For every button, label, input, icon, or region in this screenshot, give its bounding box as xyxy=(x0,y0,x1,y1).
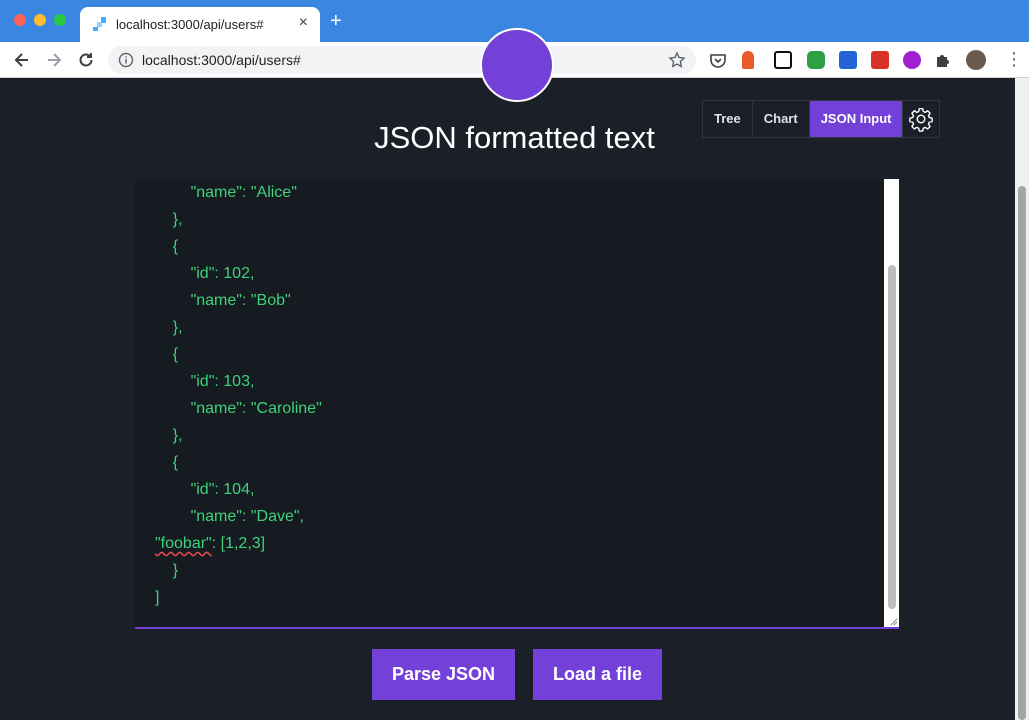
code-line: "name": "Alice" xyxy=(155,184,297,201)
logo-avatar xyxy=(480,28,554,102)
page-scrollbar-thumb[interactable] xyxy=(1018,186,1026,720)
code-line: }, xyxy=(155,211,183,228)
green-extension-icon[interactable] xyxy=(807,51,825,69)
back-icon[interactable] xyxy=(12,50,32,70)
code-line-foobar: "foobar": [1,2,3] xyxy=(155,530,322,557)
site-favicon-icon xyxy=(93,17,106,31)
code-line: "id": 104, xyxy=(155,481,255,498)
code-line: "name": "Dave", xyxy=(155,508,304,525)
purple-extension-icon[interactable] xyxy=(903,51,921,69)
notion-extension-icon[interactable] xyxy=(774,51,792,69)
close-window-button[interactable] xyxy=(14,14,26,26)
profile-avatar[interactable] xyxy=(966,50,986,70)
pocket-icon[interactable] xyxy=(709,51,727,69)
code-line: { xyxy=(155,454,179,471)
resize-grip-icon[interactable] xyxy=(888,616,898,626)
code-line: "id": 103, xyxy=(155,373,255,390)
code-line: }, xyxy=(155,319,183,336)
menu-icon[interactable]: ⋮ xyxy=(1005,50,1023,68)
url-text: localhost:3000/api/users# xyxy=(142,52,301,68)
code-line: ] xyxy=(155,589,160,606)
lighthouse-extension-icon[interactable] xyxy=(742,51,754,69)
foobar-value: : [1,2,3] xyxy=(211,535,266,552)
reload-icon[interactable] xyxy=(76,50,96,70)
code-line: { xyxy=(155,238,179,255)
page-scrollbar[interactable] xyxy=(1015,78,1029,720)
page-content: Tree Chart JSON Input JSON formatted tex… xyxy=(0,28,1029,720)
star-icon[interactable] xyxy=(668,51,686,69)
maximize-window-button[interactable] xyxy=(54,14,66,26)
editor-scrollbar-thumb[interactable] xyxy=(888,265,896,609)
minimize-window-button[interactable] xyxy=(34,14,46,26)
load-file-button[interactable]: Load a file xyxy=(533,649,662,700)
code-line: "id": 102, xyxy=(155,265,255,282)
puzzle-icon[interactable] xyxy=(934,51,952,69)
tab-close-icon[interactable]: × xyxy=(299,14,308,32)
code-line: "name": "Bob" xyxy=(155,292,291,309)
red-extension-icon[interactable] xyxy=(871,51,889,69)
page-title: JSON formatted text xyxy=(374,120,655,155)
code-line: }, xyxy=(155,427,183,444)
editor-scrollbar[interactable] xyxy=(884,179,899,627)
address-bar[interactable]: localhost:3000/api/users# xyxy=(108,46,696,74)
code-line: } xyxy=(155,562,179,579)
foobar-key: "foobar" xyxy=(155,535,212,552)
parse-json-button[interactable]: Parse JSON xyxy=(372,649,515,700)
blue-extension-icon[interactable] xyxy=(839,51,857,69)
browser-tab[interactable]: localhost:3000/api/users# × xyxy=(80,7,320,42)
json-code: "name": "Alice" }, { "id": 102, "name": … xyxy=(155,179,322,611)
code-line: { xyxy=(155,346,179,363)
json-input-textarea[interactable]: "name": "Alice" }, { "id": 102, "name": … xyxy=(135,179,899,629)
tab-title: localhost:3000/api/users# xyxy=(116,17,264,32)
info-icon[interactable] xyxy=(118,52,134,68)
forward-icon[interactable] xyxy=(44,50,64,70)
new-tab-icon[interactable]: + xyxy=(330,11,342,31)
code-line: "name": "Caroline" xyxy=(155,400,322,417)
